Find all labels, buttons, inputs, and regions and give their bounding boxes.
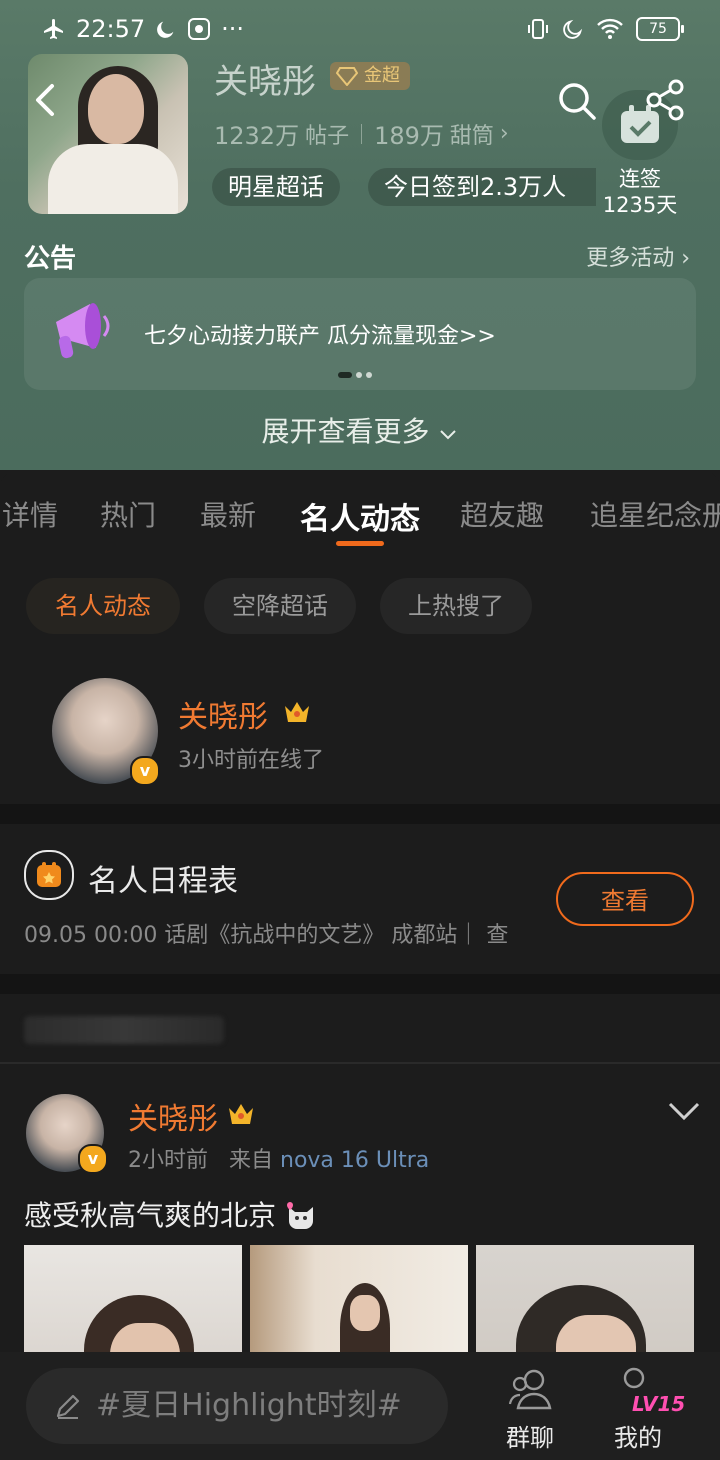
nav-me[interactable]: 我的: [614, 1418, 662, 1453]
fans-label: 甜筒: [449, 123, 494, 149]
post-text-content: 感受秋高气爽的北京: [24, 1199, 277, 1232]
checkin-count-chip[interactable]: 今日签到2.3万人: [368, 168, 596, 206]
compose-hashtag: #夏日Highlight时刻#: [96, 1388, 402, 1423]
schedule-icon: [24, 850, 74, 900]
post-time: 2小时前: [128, 1148, 208, 1173]
active-tab-indicator: [336, 541, 384, 546]
tab-celebrity-updates[interactable]: 名人动态: [300, 494, 420, 538]
status-more-dots: ···: [221, 15, 245, 43]
subtab-airdrop-topic[interactable]: 空降超话: [204, 578, 356, 634]
stats-divider: [361, 123, 363, 144]
airplane-icon: [44, 19, 63, 39]
tab-details[interactable]: 详情: [2, 494, 58, 534]
celebrity-online-status: 3小时前在线了: [178, 748, 324, 773]
status-bar-left: 22:57 ···: [42, 12, 244, 46]
carousel-dot: [356, 372, 362, 378]
status-bar-right: 75: [526, 12, 684, 46]
schedule-title: 名人日程表: [88, 864, 238, 899]
profile-icon: [623, 1367, 645, 1389]
compose-input[interactable]: #夏日Highlight时刻#: [26, 1368, 448, 1444]
chevron-down-icon: [440, 430, 457, 440]
group-chat-icon: [508, 1369, 552, 1410]
diamond-icon: [336, 67, 358, 86]
expand-more-button[interactable]: 展开查看更多: [0, 410, 720, 450]
post-author-name[interactable]: 关晓彤: [128, 1094, 218, 1138]
tab-hot[interactable]: 热门: [100, 494, 156, 534]
vibrate-icon: [528, 19, 548, 39]
search-icon[interactable]: [556, 80, 598, 122]
tab-fan-fun[interactable]: 超友趣: [460, 494, 544, 534]
checkin-streak-title: 连签: [619, 167, 661, 191]
subtab-trending[interactable]: 上热搜了: [380, 578, 532, 634]
battery-indicator: 75: [636, 17, 684, 41]
nav-group-chat[interactable]: 群聊: [506, 1418, 554, 1453]
post-text[interactable]: 感受秋高气爽的北京: [24, 1194, 317, 1234]
checkin-streak-label[interactable]: 连签 1235天: [586, 166, 694, 218]
schedule-item[interactable]: 09.05 00:00 话剧《抗战中的文艺》 成都站｜ 查: [24, 917, 538, 949]
verified-v-badge: v: [78, 1144, 108, 1174]
crown-icon: [285, 702, 309, 722]
section-divider: [0, 804, 720, 824]
topic-tabs: 详情 热门 最新 名人动态 超友趣 追星纪念册: [0, 470, 720, 560]
carousel-dots: [338, 372, 372, 378]
user-level-badge: LV15: [632, 1392, 686, 1416]
post-source-label: 来自: [228, 1148, 273, 1173]
gold-super-badge[interactable]: 金超: [330, 62, 410, 90]
topic-cover-image[interactable]: [28, 54, 188, 214]
tab-latest[interactable]: 最新: [200, 494, 256, 534]
posts-count: 1232万: [214, 122, 300, 150]
pen-icon: [56, 1394, 80, 1419]
more-activities-link[interactable]: 更多活动 ›: [586, 240, 690, 272]
post-meta: 2小时前 来自 nova 16 Ultra: [128, 1142, 429, 1174]
do-not-disturb-moon-icon: [563, 19, 583, 39]
gold-super-label: 金超: [364, 65, 400, 86]
carousel-dot: [338, 372, 352, 378]
fans-count: 189万: [374, 122, 444, 150]
carousel-dot: [366, 372, 372, 378]
crown-icon: [229, 1104, 253, 1124]
posts-label: 帖子: [305, 123, 350, 149]
celebrity-name[interactable]: 关晓彤: [178, 692, 268, 736]
checkin-streak-days: 1235天: [602, 193, 678, 217]
app-notification-icon: [188, 18, 211, 40]
expand-more-label: 展开查看更多: [261, 415, 430, 448]
verified-v-badge: v: [130, 756, 160, 786]
back-arrow-icon[interactable]: [26, 80, 66, 120]
subtab-celebrity-updates[interactable]: 名人动态: [26, 578, 180, 634]
status-time: 22:57: [76, 15, 146, 43]
tab-fan-memorial[interactable]: 追星纪念册: [590, 494, 720, 534]
share-icon[interactable]: [644, 78, 688, 122]
post-device[interactable]: nova 16 Ultra: [280, 1148, 429, 1173]
cat-emoji-icon: [286, 1202, 313, 1229]
chevron-down-icon[interactable]: [666, 1098, 702, 1124]
calendar-icon: [37, 862, 61, 887]
notice-title: 公告: [24, 244, 77, 274]
blurred-content-placeholder: [24, 1016, 224, 1044]
fans-arrow: ›: [499, 121, 509, 146]
topic-stats[interactable]: 1232万 帖子 189万 甜筒 ›: [214, 116, 509, 151]
view-schedule-button[interactable]: 查看: [556, 872, 694, 926]
moon-icon: [157, 21, 174, 38]
wifi-icon: [597, 18, 623, 39]
star-topic-chip[interactable]: 明星超话: [212, 168, 340, 206]
megaphone-icon: [56, 303, 110, 359]
thin-divider: [0, 1062, 720, 1064]
notice-text[interactable]: 七夕心动接力联产 瓜分流量现金>>: [144, 318, 496, 350]
section-divider: [0, 974, 720, 994]
topic-name: 关晓彤: [214, 62, 316, 102]
